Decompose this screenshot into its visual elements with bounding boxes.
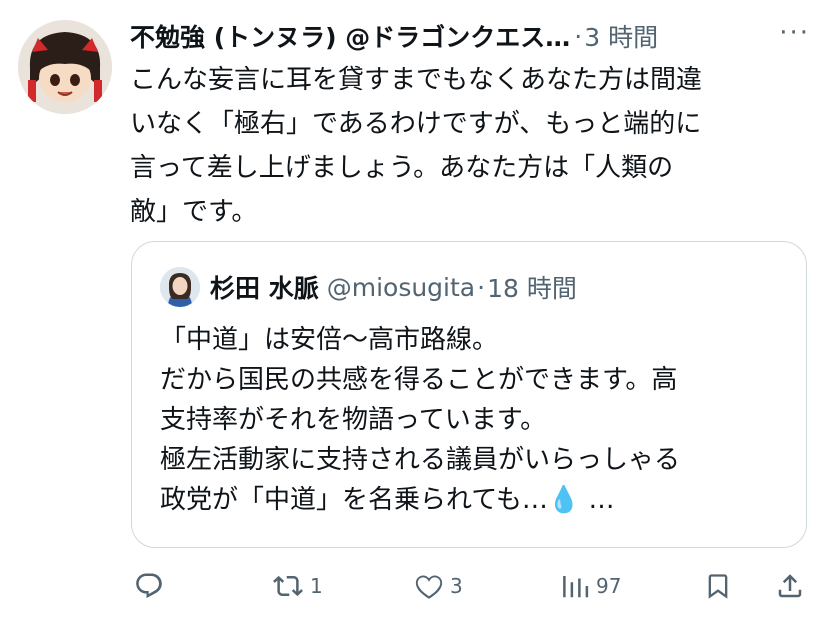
retweet-icon	[273, 575, 303, 597]
tweet-timestamp[interactable]: 3 時間	[584, 18, 658, 54]
heart-icon	[415, 575, 443, 599]
views-button[interactable]: 97	[560, 566, 621, 606]
like-count: 3	[450, 574, 463, 598]
retweet-button[interactable]: 1	[272, 566, 323, 606]
tweet-text: こんな妄言に耳を貸すまでもなくあなた方は間違 いなく「極右」であるわけですが、も…	[130, 65, 703, 227]
like-button[interactable]: 3	[414, 566, 463, 606]
quoted-header-separator: ·	[477, 272, 486, 302]
quoted-tweet-header: 杉田 水脈 @miosugita · 18 時間	[160, 264, 577, 310]
share-button[interactable]	[775, 566, 805, 606]
quoted-tweet-timestamp[interactable]: 18 時間	[487, 269, 577, 305]
reply-icon	[136, 573, 162, 599]
share-icon	[778, 574, 802, 598]
droplet-icon: 💧	[547, 485, 581, 515]
bookmark-icon	[708, 574, 728, 599]
quoted-author-avatar[interactable]	[160, 267, 200, 307]
bookmark-button[interactable]	[704, 566, 732, 606]
reply-button[interactable]	[134, 566, 170, 606]
views-chart-icon	[563, 576, 589, 598]
tweet-header: 不勉強 (トンヌラ) @ドラゴンクエス… · 3 時間	[130, 16, 820, 56]
more-options-button[interactable]: ···	[779, 18, 810, 48]
views-count: 97	[596, 574, 622, 598]
author-display-name[interactable]: 不勉強 (トンヌラ) @ドラゴンクエス…	[130, 18, 570, 54]
header-separator: ·	[574, 21, 583, 51]
author-avatar[interactable]	[18, 20, 112, 114]
retweet-count: 1	[310, 574, 323, 598]
quoted-avatar-image	[160, 267, 200, 307]
quoted-text-truncation: …	[580, 485, 615, 515]
quoted-author-name[interactable]: 杉田 水脈	[210, 269, 319, 305]
quoted-tweet[interactable]: 杉田 水脈 @miosugita · 18 時間 「中道」は安倍〜高市路線。 だ…	[131, 241, 807, 548]
tweet-actions: 1 3 97	[130, 566, 810, 606]
avatar-image	[18, 20, 112, 114]
quoted-author-handle[interactable]: @miosugita	[327, 273, 475, 302]
quoted-tweet-text: 「中道」は安倍〜高市路線。 だから国民の共感を得ることができます。高 支持率がそ…	[160, 320, 790, 520]
